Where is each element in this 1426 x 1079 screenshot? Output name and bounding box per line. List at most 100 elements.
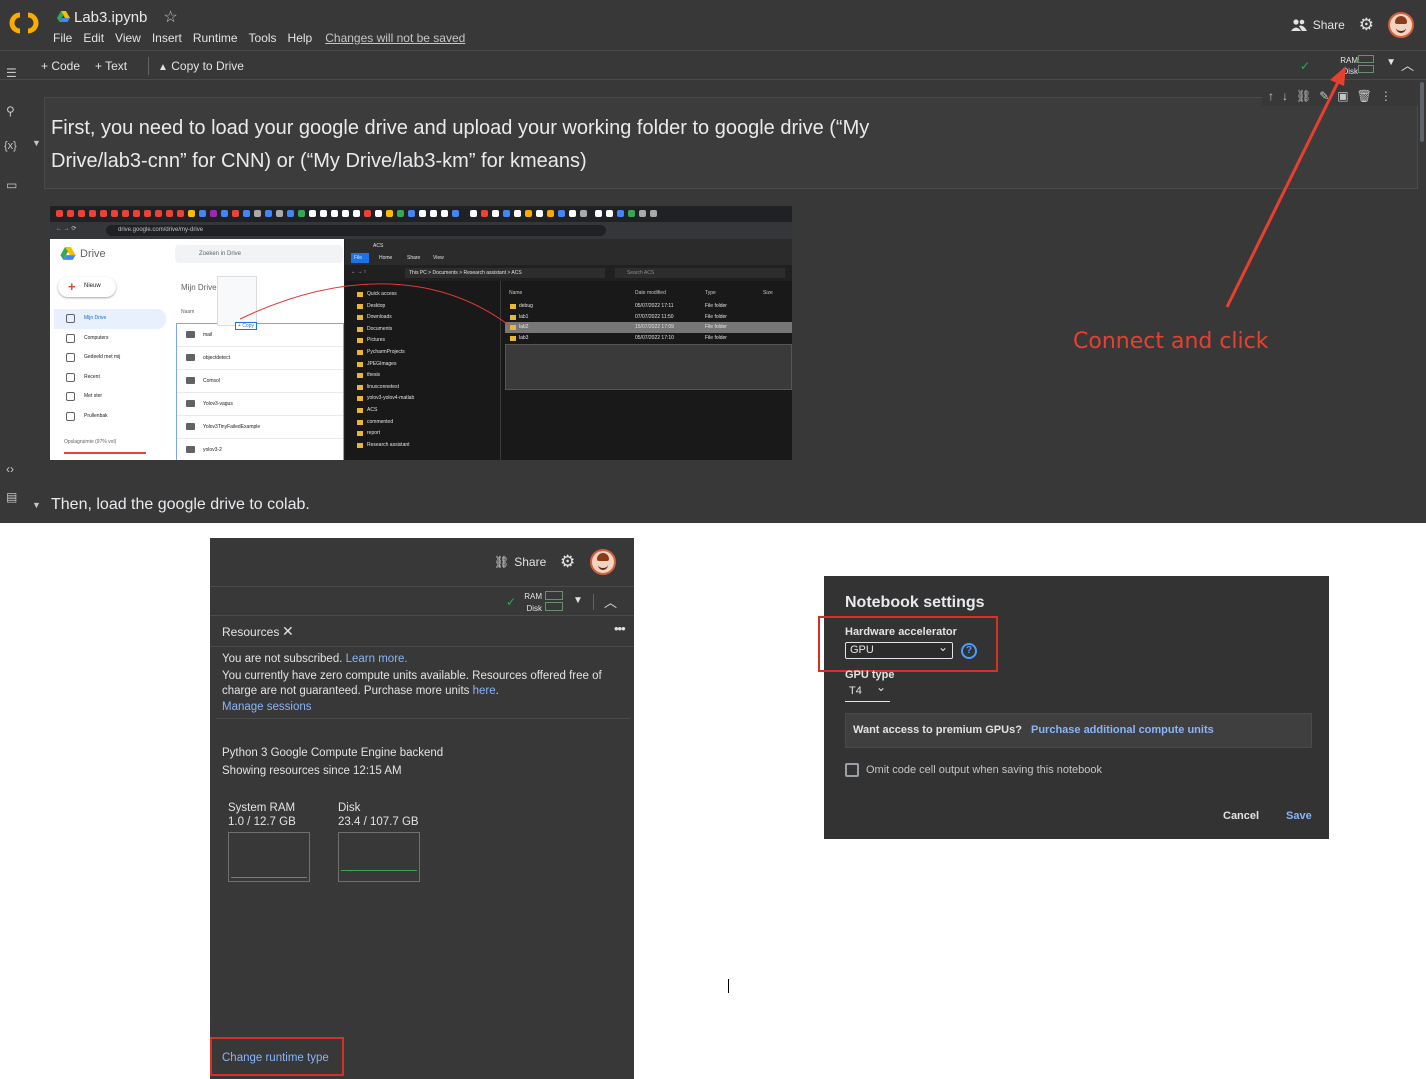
manage-sessions-link[interactable]: Manage sessions	[222, 700, 622, 715]
disk-meter: Disk 23.4 / 107.7 GB	[338, 801, 420, 882]
ram-label: RAM	[1340, 56, 1358, 65]
avatar[interactable]	[590, 549, 616, 575]
colab-header: Lab3.ipynb ☆ File Edit View Insert Runti…	[0, 0, 1426, 50]
menu-view[interactable]: View	[115, 31, 141, 45]
gpu-type-label: GPU type	[845, 669, 895, 681]
collapse-section-icon-2[interactable]: ▼	[32, 500, 41, 510]
search-icon[interactable]: ⚲	[6, 104, 15, 118]
unsaved-notice-link[interactable]: Changes will not be saved	[325, 31, 465, 45]
avatar[interactable]	[1388, 12, 1414, 38]
change-runtime-highlight: Change runtime type	[210, 1037, 344, 1076]
toc-icon[interactable]: ☰	[6, 66, 17, 80]
not-subscribed-text: You are not subscribed.	[222, 653, 343, 665]
header-actions: Share ⚙	[1290, 12, 1414, 38]
close-icon[interactable]: ✕	[282, 623, 294, 640]
add-text-button[interactable]: + Text	[95, 59, 127, 73]
text-cursor	[728, 979, 729, 993]
compute-units-text: You currently have zero compute units av…	[222, 670, 602, 697]
system-ram-graph	[228, 832, 310, 882]
link-icon[interactable]: ⛓	[1296, 89, 1311, 103]
annotation-text: Connect and click	[1073, 329, 1269, 354]
chevron-up-icon[interactable]: ︿	[1401, 55, 1414, 74]
gear-icon[interactable]: ⚙	[1359, 15, 1374, 35]
notebook-title-row: Lab3.ipynb ☆	[57, 7, 178, 27]
ram-disk-bars[interactable]	[1358, 55, 1374, 75]
share-button[interactable]: Share	[1290, 18, 1345, 32]
move-up-icon[interactable]: ↑	[1268, 89, 1274, 103]
delete-icon[interactable]: 🗑	[1357, 89, 1372, 103]
menu-insert[interactable]: Insert	[152, 31, 182, 45]
help-icon[interactable]: ?	[961, 643, 977, 659]
learn-more-link[interactable]: Learn more.	[346, 653, 408, 665]
ram-usage-line	[231, 877, 307, 878]
disk-bar	[1358, 65, 1374, 73]
folder-icon[interactable]: ▭	[6, 178, 17, 192]
menu-edit[interactable]: Edit	[83, 31, 104, 45]
gpu-type-select[interactable]: T4	[845, 680, 890, 702]
connect-dropdown-icon[interactable]: ▼	[573, 595, 583, 606]
disk-label: Disk	[1342, 67, 1358, 76]
backend-text: Python 3 Google Compute Engine backend	[222, 747, 444, 759]
notebook-toolbar: + Code + Text ▲ Copy to Drive ✓ RAM Disk…	[0, 50, 1426, 80]
colab-logo-icon	[9, 12, 39, 34]
ram-disk-indicator[interactable]: RAM Disk	[1340, 55, 1358, 77]
code-snippets-icon[interactable]: ‹›	[6, 462, 14, 476]
resources-header: ⛓ Share ⚙	[210, 538, 634, 587]
divider	[593, 594, 594, 610]
disk-usage-line	[341, 870, 417, 871]
section-heading: Then, load the google drive to colab.	[51, 496, 310, 513]
menu-tools[interactable]: Tools	[249, 31, 277, 45]
disk-meter-label: Disk	[338, 802, 361, 814]
purchase-compute-units-link[interactable]: Purchase additional compute units	[1031, 724, 1214, 736]
drag-path-arrow	[239, 283, 511, 327]
share-people-icon	[1290, 19, 1307, 31]
more-vert-icon[interactable]: ⋮	[1380, 89, 1392, 103]
link-icon: ⛓	[494, 555, 510, 569]
tab-resources[interactable]: Resources	[222, 625, 279, 639]
share-label: Share	[1312, 18, 1345, 32]
ram-bar	[1358, 55, 1374, 63]
chevron-up-icon[interactable]: ︿	[604, 592, 617, 611]
scrollbar[interactable]	[1420, 82, 1424, 142]
variables-icon[interactable]: {x}	[4, 140, 17, 152]
here-link[interactable]: here	[473, 685, 496, 697]
system-ram-meter: System RAM 1.0 / 12.7 GB	[228, 801, 310, 882]
drive-icon	[57, 11, 70, 22]
share-button[interactable]: ⛓ Share	[494, 555, 546, 569]
copy-to-drive-button[interactable]: ▲ Copy to Drive	[158, 59, 244, 73]
hardware-accelerator-select[interactable]: GPU	[845, 640, 953, 659]
connect-dropdown-icon[interactable]: ▼	[1386, 57, 1396, 68]
change-runtime-type-link[interactable]: Change runtime type	[222, 1052, 329, 1064]
divider	[216, 718, 630, 719]
resources-since-text: Showing resources since 12:15 AM	[222, 765, 402, 777]
mirror-cell-icon[interactable]: ▣	[1337, 89, 1348, 103]
disk-graph	[338, 832, 420, 882]
ram-disk-indicator[interactable]: RAM Disk	[522, 591, 542, 615]
edit-icon[interactable]: ✎	[1319, 89, 1329, 103]
drive-small-icon: ▲	[158, 62, 168, 73]
dialog-title: Notebook settings	[845, 594, 985, 611]
gear-icon[interactable]: ⚙	[560, 552, 575, 572]
hardware-accelerator-label: Hardware accelerator	[845, 626, 957, 638]
cell-markdown-text: First, you need to load your google driv…	[51, 117, 870, 172]
ram-bar	[545, 591, 563, 600]
ram-disk-bars[interactable]	[545, 591, 563, 613]
compute-units-paragraph: You currently have zero compute units av…	[222, 670, 602, 697]
collapse-section-icon[interactable]: ▼	[32, 138, 41, 148]
menu-help[interactable]: Help	[288, 31, 313, 45]
star-icon[interactable]: ☆	[163, 7, 177, 27]
save-button[interactable]: Save	[1286, 810, 1312, 822]
more-horiz-icon[interactable]: •••	[614, 621, 626, 636]
move-down-icon[interactable]: ↓	[1282, 89, 1288, 103]
omit-output-checkbox[interactable]	[845, 763, 859, 777]
terminal-icon[interactable]: ▤	[6, 490, 17, 504]
cancel-button[interactable]: Cancel	[1223, 810, 1259, 822]
connected-check-icon: ✓	[1299, 59, 1310, 73]
premium-gpu-banner: Want access to premium GPUs? Purchase ad…	[845, 713, 1312, 748]
menu-file[interactable]: File	[53, 31, 72, 45]
menu-runtime[interactable]: Runtime	[193, 31, 238, 45]
omit-output-label: Omit code cell output when saving this n…	[866, 764, 1103, 776]
resources-tab-bar: Resources ✕ •••	[210, 617, 634, 647]
add-code-button[interactable]: + Code	[41, 59, 80, 73]
notebook-title[interactable]: Lab3.ipynb	[74, 9, 147, 26]
